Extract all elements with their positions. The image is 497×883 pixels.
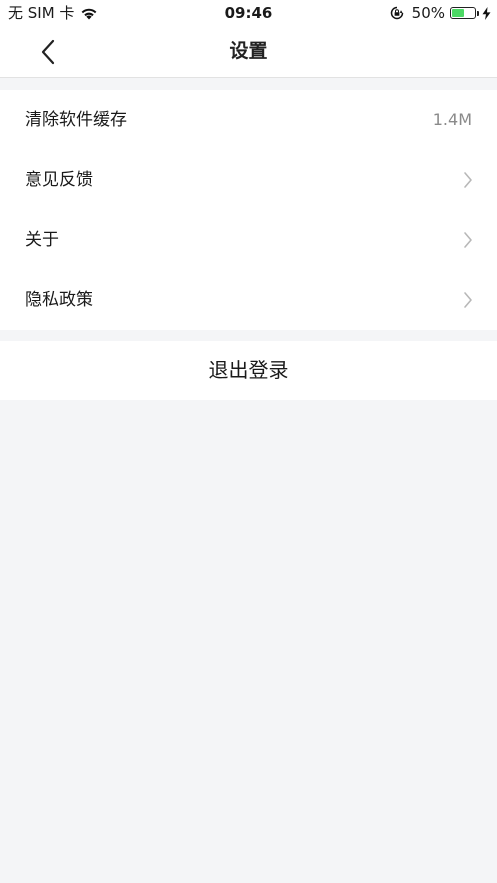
nav-bar: 设置	[0, 26, 497, 78]
battery-icon	[450, 7, 476, 19]
feedback-label: 意见反馈	[25, 170, 93, 190]
feedback-item[interactable]: 意见反馈	[0, 150, 497, 210]
orientation-lock-icon	[390, 6, 403, 20]
chevron-right-icon	[464, 172, 472, 188]
battery-fill	[452, 9, 464, 17]
logout-label: 退出登录	[208, 358, 289, 382]
battery-percent: 50%	[411, 4, 445, 22]
cache-size-value: 1.4M	[432, 110, 472, 129]
status-bar: 无 SIM 卡 09:46 50%	[0, 0, 497, 26]
battery-tip	[477, 10, 479, 16]
clear-cache-label: 清除软件缓存	[25, 110, 127, 130]
chevron-right-icon	[464, 292, 472, 308]
settings-list: 清除软件缓存 1.4M 意见反馈 关于 隐私政策	[0, 90, 497, 330]
status-right: 50%	[390, 4, 491, 22]
privacy-policy-item[interactable]: 隐私政策	[0, 270, 497, 330]
page-title: 设置	[229, 40, 268, 62]
privacy-policy-label: 隐私政策	[25, 290, 93, 310]
clear-cache-item[interactable]: 清除软件缓存 1.4M	[0, 90, 497, 150]
chevron-right-icon	[464, 232, 472, 248]
about-item[interactable]: 关于	[0, 210, 497, 270]
logout-button[interactable]: 退出登录	[0, 341, 497, 400]
about-label: 关于	[25, 230, 59, 250]
charging-bolt-icon	[482, 6, 491, 20]
